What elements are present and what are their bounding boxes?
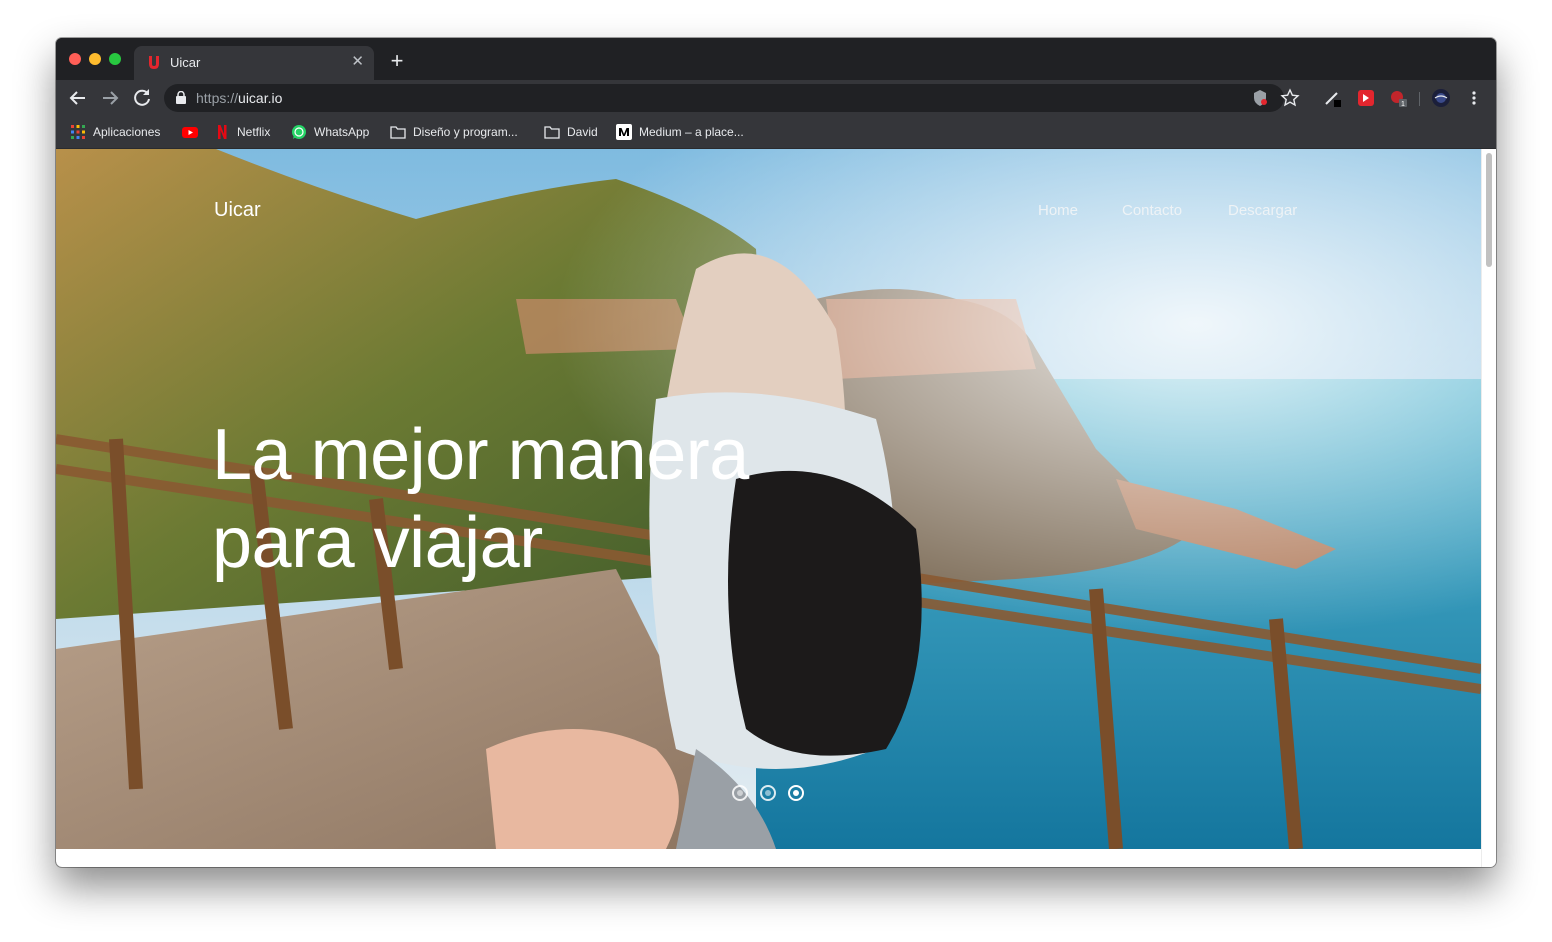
browser-window: Uicar ✕ + https://uicar.io 1 Aplicacione… (56, 38, 1496, 867)
bookmarks-bar: Aplicaciones Netflix WhatsApp Diseño y p… (56, 116, 1496, 149)
whatsapp-icon (292, 125, 306, 139)
bookmark-label: Netflix (237, 125, 271, 139)
carousel-dot-2[interactable] (760, 785, 776, 801)
hero-headline-line-2: para viajar (212, 503, 543, 583)
site-brand-logo[interactable]: Uicar (214, 199, 261, 222)
bookmark-label: David (567, 125, 598, 139)
new-tab-button[interactable]: + (384, 48, 410, 74)
window-close-button[interactable] (69, 53, 81, 65)
red-extension-icon[interactable] (1357, 89, 1375, 107)
toolbar-separator (1419, 92, 1420, 106)
uicar-favicon-icon (149, 56, 159, 69)
netflix-icon (218, 125, 227, 139)
record-extension-icon[interactable]: 1 (1389, 89, 1407, 107)
bookmark-aplicaciones[interactable]: Aplicaciones (70, 123, 160, 141)
bookmark-label: Medium – a place... (639, 125, 744, 139)
bookmark-netflix[interactable]: Netflix (214, 123, 270, 141)
hero-headline-line-1: La mejor manera (212, 415, 749, 495)
apps-grid-icon (71, 125, 85, 139)
bookmark-star-icon[interactable] (1280, 88, 1300, 108)
lock-icon[interactable] (176, 91, 186, 104)
window-minimize-button[interactable] (89, 53, 101, 65)
bookmark-medium[interactable]: Medium – a place... (616, 123, 744, 141)
address-bar[interactable]: https://uicar.io (164, 84, 1300, 112)
profile-avatar[interactable] (1432, 89, 1450, 107)
bookmark-whatsapp[interactable]: WhatsApp (291, 123, 369, 141)
bookmark-label: WhatsApp (314, 125, 370, 139)
bookmark-folder-david[interactable]: David (544, 123, 598, 141)
url-host: uicar.io (238, 90, 283, 106)
hero-carousel: Uicar Home Contacto Descargar La mejor m… (56, 149, 1481, 849)
folder-icon (544, 126, 560, 139)
folder-icon (390, 126, 406, 139)
extension-badge-count: 1 (1401, 101, 1405, 107)
menu-kebab-icon[interactable] (1465, 89, 1483, 107)
scrollbar-thumb[interactable] (1486, 153, 1492, 267)
url-text: https://uicar.io (196, 90, 282, 106)
medium-icon (616, 124, 632, 140)
bookmark-label: Diseño y program... (413, 125, 518, 139)
nav-link-contacto[interactable]: Contacto (1122, 202, 1182, 219)
tab-title: Uicar (170, 55, 201, 70)
hero-headline: La mejor manera para viajar (212, 411, 852, 587)
back-arrow-icon[interactable] (66, 86, 90, 110)
web-page: Uicar Home Contacto Descargar La mejor m… (56, 149, 1496, 867)
forward-arrow-icon[interactable] (98, 86, 122, 110)
bookmark-folder-diseno[interactable]: Diseño y program... (390, 123, 518, 141)
window-maximize-button[interactable] (109, 53, 121, 65)
carousel-dot-1[interactable] (732, 785, 748, 801)
youtube-icon (182, 127, 198, 138)
nav-link-descargar[interactable]: Descargar (1228, 202, 1297, 219)
reload-icon[interactable] (130, 86, 154, 110)
tab-uicar[interactable]: Uicar ✕ (134, 46, 374, 80)
nav-link-home[interactable]: Home (1038, 202, 1078, 219)
tab-strip: Uicar ✕ + (56, 38, 1496, 80)
tab-close-icon[interactable]: ✕ (351, 53, 364, 71)
carousel-dot-3[interactable] (788, 785, 804, 801)
bookmark-youtube[interactable] (182, 123, 205, 141)
bookmark-label: Aplicaciones (93, 125, 161, 139)
url-scheme: https:// (196, 90, 239, 106)
pen-extension-icon[interactable] (1324, 89, 1342, 107)
browser-toolbar: https://uicar.io 1 (56, 80, 1496, 116)
shield-blocked-icon[interactable] (1250, 88, 1270, 108)
